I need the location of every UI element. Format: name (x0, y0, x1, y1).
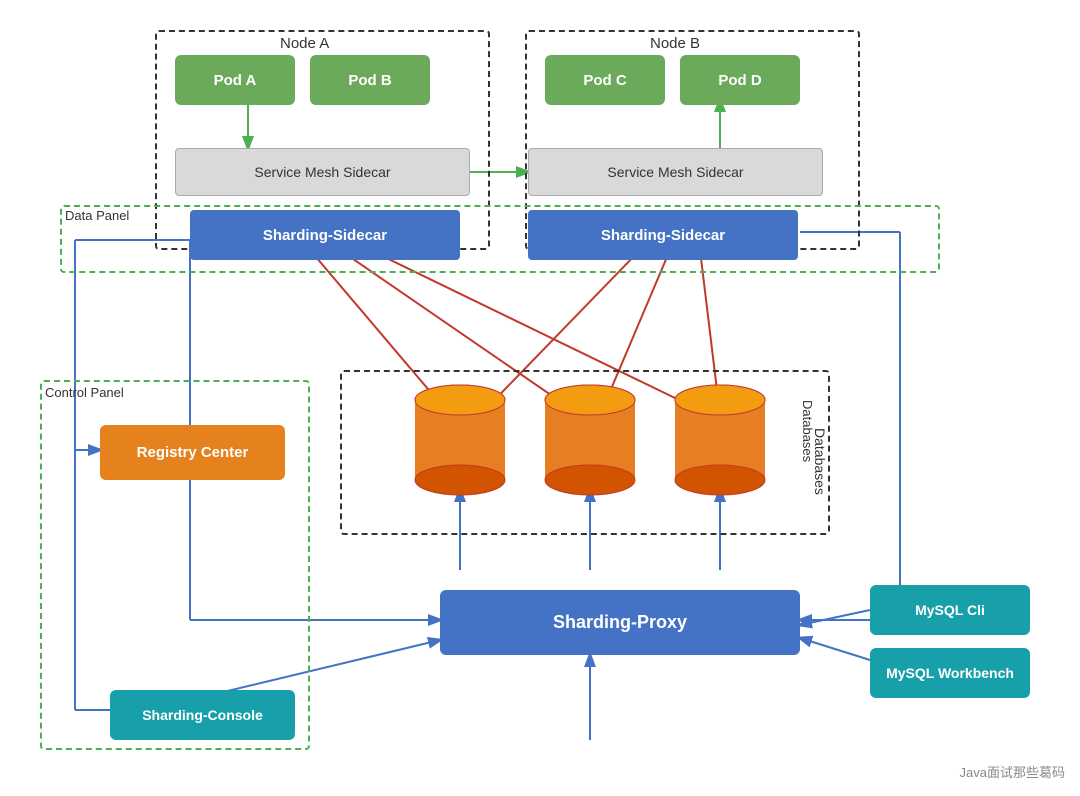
database-1 (410, 380, 510, 520)
mysql-workbench: MySQL Workbench (870, 648, 1030, 698)
data-panel-label: Data Panel (65, 208, 129, 223)
pod-c: Pod C (545, 55, 665, 105)
sharding-sidecar-1: Sharding-Sidecar (190, 210, 460, 260)
registry-center: Registry Center (100, 425, 285, 480)
pod-b: Pod B (310, 55, 430, 105)
mysql-cli: MySQL Cli (870, 585, 1030, 635)
sharding-proxy: Sharding-Proxy (440, 590, 800, 655)
database-3 (670, 380, 770, 520)
node-b-label: Node B (650, 35, 700, 52)
sharding-console: Sharding-Console (110, 690, 295, 740)
service-mesh-sidecar-1: Service Mesh Sidecar (175, 148, 470, 196)
node-a-label: Node A (280, 35, 329, 52)
service-mesh-sidecar-2: Service Mesh Sidecar (528, 148, 823, 196)
pod-a: Pod A (175, 55, 295, 105)
pod-d: Pod D (680, 55, 800, 105)
database-2 (540, 380, 640, 520)
sharding-sidecar-2: Sharding-Sidecar (528, 210, 798, 260)
databases-rotated-label: Databases (812, 428, 828, 495)
control-panel-label: Control Panel (45, 385, 124, 400)
diagram-container: Node A Node B Pod A Pod B Pod C Pod D Se… (0, 0, 1080, 796)
watermark: Java面试那些葛码 (960, 762, 1065, 781)
